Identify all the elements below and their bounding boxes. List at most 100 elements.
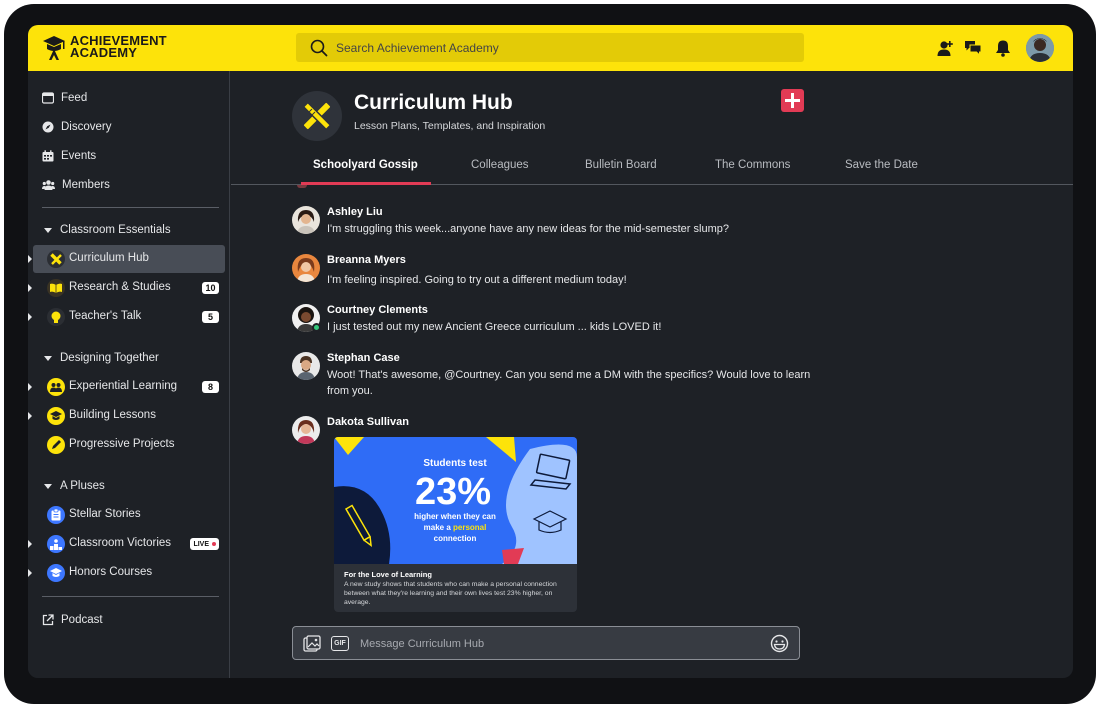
message-composer: GIF Message Curriculum Hub (292, 626, 800, 660)
avatar[interactable] (292, 206, 320, 234)
pencils-icon (47, 250, 65, 268)
book-icon (47, 279, 65, 297)
sidebar-item-feed[interactable]: Feed (42, 88, 87, 108)
expand-arrow-icon[interactable] (28, 313, 32, 321)
avatar[interactable] (292, 352, 320, 380)
expand-arrow-icon[interactable] (28, 255, 32, 263)
add-friend-icon[interactable] (936, 39, 954, 57)
tab-the-commons[interactable]: The Commons (715, 159, 790, 171)
section-title: Designing Together (60, 352, 159, 364)
sidebar-item-label: Feed (61, 92, 88, 104)
calendar-icon (42, 150, 54, 162)
tab-schoolyard-gossip[interactable]: Schoolyard Gossip (313, 159, 418, 171)
collapse-arrow-icon (44, 355, 52, 361)
unread-badge: 8 (202, 381, 219, 393)
lightbulb-icon (47, 308, 65, 326)
bell-icon[interactable] (994, 39, 1012, 57)
pencil-icon (47, 436, 65, 454)
tab-save-the-date[interactable]: Save the Date (845, 159, 918, 171)
channel-label: Stellar Stories (69, 508, 141, 520)
tab-bulletin-board[interactable]: Bulletin Board (585, 159, 657, 171)
sidebar-item-research-studies[interactable]: Research & Studies 10 (28, 274, 225, 302)
sidebar-item-teachers-talk[interactable]: Teacher's Talk 5 (28, 303, 225, 331)
sidebar-divider (42, 596, 219, 597)
message-text: Woot! That's awesome, @Courtney. Can you… (327, 369, 811, 397)
gif-label: GIF (334, 640, 346, 647)
infographic-line-2-prefix: make a (424, 523, 453, 532)
sidebar-item-events[interactable]: Events (42, 146, 96, 166)
channel-label: Classroom Victories (69, 537, 172, 549)
image-upload-icon[interactable] (303, 635, 321, 653)
academy-logo-icon (43, 36, 65, 60)
sidebar-item-curriculum-hub[interactable]: Curriculum Hub (28, 245, 225, 273)
avatar[interactable] (292, 416, 320, 444)
infographic-line-2-bold: personal (453, 523, 486, 532)
pencil-ruler-icon (303, 102, 331, 130)
sidebar-item-members[interactable]: Members (42, 175, 110, 195)
tab-bar: Schoolyard Gossip Colleagues Bulletin Bo… (231, 153, 1073, 185)
message-text: I just tested out my new Ancient Greece … (327, 321, 662, 333)
sidebar-item-experiential-learning[interactable]: Experiential Learning 8 (28, 373, 225, 401)
page-title: Curriculum Hub (354, 91, 513, 114)
add-button[interactable] (781, 89, 804, 112)
expand-arrow-icon[interactable] (28, 383, 32, 391)
infographic-line-2: make a personal (424, 523, 487, 532)
sidebar-item-classroom-victories[interactable]: Classroom Victories LIVE (28, 530, 225, 558)
plus-icon (785, 93, 800, 108)
channel-label: Teacher's Talk (69, 310, 142, 322)
channel-label: Building Lessons (69, 409, 156, 421)
message-author[interactable]: Courtney Clements (327, 304, 428, 316)
card-description: A new study shows that students who can … (344, 581, 557, 606)
search-bar[interactable]: Search Achievement Academy (296, 33, 804, 62)
message-author[interactable]: Stephan Case (327, 352, 400, 364)
search-input[interactable]: Search Achievement Academy (336, 41, 499, 55)
section-a-pluses[interactable]: A Pluses (44, 477, 105, 495)
search-icon (310, 39, 328, 57)
message-author[interactable]: Breanna Myers (327, 254, 406, 266)
section-classroom-essentials[interactable]: Classroom Essentials (44, 221, 171, 239)
section-title: Classroom Essentials (60, 224, 171, 236)
shared-image-card[interactable]: Students test 23% higher when they can m… (334, 437, 577, 612)
emoji-icon[interactable] (770, 634, 789, 653)
page-subtitle: Lesson Plans, Templates, and Inspiration (354, 120, 546, 132)
section-title: A Pluses (60, 480, 105, 492)
infographic-headline: Students test (423, 458, 487, 469)
tab-colleagues[interactable]: Colleagues (471, 159, 529, 171)
expand-arrow-icon[interactable] (28, 540, 32, 548)
sidebar-item-building-lessons[interactable]: Building Lessons (28, 402, 225, 430)
message-text: I'm struggling this week...anyone have a… (327, 223, 729, 235)
sidebar-item-discovery[interactable]: Discovery (42, 117, 111, 137)
avatar[interactable] (292, 254, 320, 282)
main-panel: Curriculum Hub Lesson Plans, Templates, … (231, 71, 1073, 678)
infographic-line-1: higher when they can (414, 512, 496, 521)
sidebar-item-podcast[interactable]: Podcast (42, 610, 103, 630)
user-avatar[interactable] (1026, 34, 1054, 62)
live-dot-icon (212, 542, 216, 546)
logo-line-2: ACADEMY (70, 45, 138, 60)
card-title: For the Love of Learning (344, 570, 432, 579)
section-designing-together[interactable]: Designing Together (44, 349, 159, 367)
live-badge: LIVE (190, 538, 219, 550)
sidebar-item-progressive-projects[interactable]: Progressive Projects (33, 431, 225, 459)
graduation-cap-icon (47, 407, 65, 425)
message-author[interactable]: Dakota Sullivan (327, 416, 409, 428)
hub-icon (292, 91, 342, 141)
expand-arrow-icon[interactable] (28, 569, 32, 577)
compass-icon (42, 121, 54, 133)
online-status-icon (312, 323, 321, 332)
gif-button[interactable]: GIF (331, 636, 349, 651)
logo-text: ACHIEVEMENT ACADEMY (70, 34, 200, 60)
sidebar-item-stellar-stories[interactable]: Stellar Stories (33, 501, 225, 529)
members-icon (42, 180, 55, 190)
sidebar-item-honors-courses[interactable]: Honors Courses (28, 559, 225, 587)
message-text: I'm feeling inspired. Going to try out a… (327, 274, 627, 286)
expand-arrow-icon[interactable] (28, 412, 32, 420)
expand-arrow-icon[interactable] (28, 284, 32, 292)
chat-icon[interactable] (964, 39, 982, 57)
message-input[interactable]: Message Curriculum Hub (360, 638, 484, 650)
scroll-indicator (297, 185, 307, 188)
logo[interactable]: ACHIEVEMENT ACADEMY (42, 34, 192, 62)
message-author[interactable]: Ashley Liu (327, 206, 383, 218)
podium-icon (47, 535, 65, 553)
user-avatar-image (1026, 34, 1054, 62)
